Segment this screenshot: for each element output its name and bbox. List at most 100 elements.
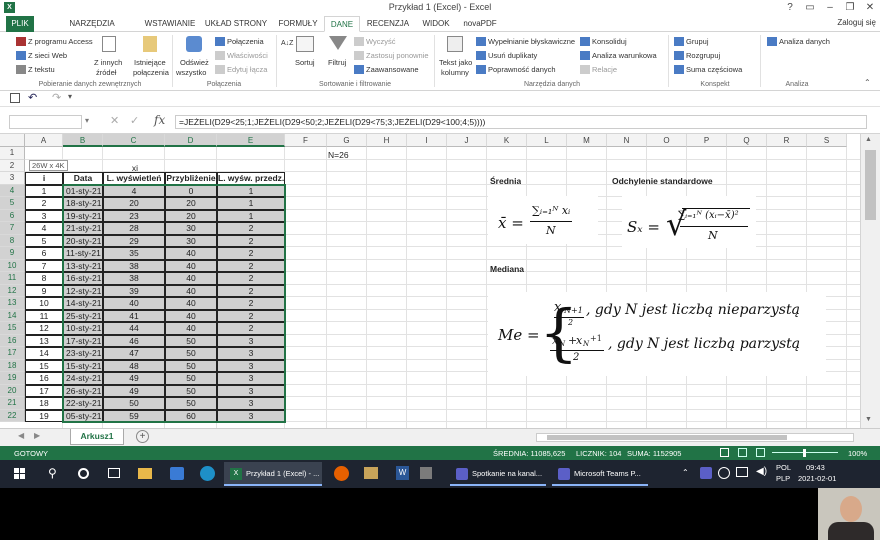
flash-fill-button[interactable]: Wypełnianie błyskawiczne: [488, 37, 575, 46]
normal-view-icon[interactable]: [720, 448, 729, 457]
table-cell[interactable]: 19: [25, 409, 63, 422]
refresh-all-label-2[interactable]: wszystko: [176, 68, 206, 77]
tab-page-layout[interactable]: UKŁAD STRONY: [204, 16, 268, 32]
cancel-icon[interactable]: ✕: [110, 114, 119, 127]
tab-insert[interactable]: WSTAWIANIE: [142, 16, 198, 32]
table-cell[interactable]: 8: [25, 272, 63, 285]
row-header[interactable]: 19: [0, 372, 25, 385]
file-explorer-icon[interactable]: [138, 468, 152, 479]
column-header[interactable]: A: [25, 134, 63, 147]
ungroup-button[interactable]: Rozgrupuj: [686, 51, 720, 60]
folder-icon[interactable]: [364, 467, 378, 479]
close-icon[interactable]: ✕: [860, 1, 880, 15]
column-header[interactable]: F: [285, 134, 327, 147]
table-cell[interactable]: 10: [25, 297, 63, 310]
word-icon[interactable]: W: [396, 466, 409, 480]
table-cell[interactable]: 17: [25, 384, 63, 397]
table-cell[interactable]: 3: [25, 209, 63, 222]
column-header[interactable]: N: [607, 134, 647, 147]
remove-duplicates-button[interactable]: Usuń duplikaty: [488, 51, 537, 60]
row-header[interactable]: 20: [0, 384, 25, 397]
firefox-icon[interactable]: [334, 466, 349, 481]
row-header[interactable]: 1: [0, 147, 25, 160]
data-validation-button[interactable]: Poprawność danych: [488, 65, 556, 74]
table-cell[interactable]: 5: [25, 234, 63, 247]
horizontal-scrollbar[interactable]: [536, 433, 854, 442]
undo-icon[interactable]: ↶: [28, 91, 37, 104]
insert-function-icon[interactable]: fx: [154, 113, 165, 127]
row-header[interactable]: 17: [0, 347, 25, 360]
subtotal-button[interactable]: Suma częściowa: [686, 65, 742, 74]
restore-icon[interactable]: ❐: [840, 1, 860, 15]
save-icon[interactable]: [10, 93, 20, 103]
connections-button[interactable]: Połączenia: [227, 37, 264, 46]
cortana-icon[interactable]: [78, 468, 89, 479]
tray-teams-icon[interactable]: [700, 467, 712, 479]
row-header[interactable]: 9: [0, 247, 25, 260]
column-header[interactable]: Q: [727, 134, 767, 147]
tab-view[interactable]: WIDOK: [418, 16, 454, 32]
column-header[interactable]: G: [327, 134, 367, 147]
text-to-columns-label-1[interactable]: Tekst jako: [439, 58, 472, 67]
column-header[interactable]: D: [165, 134, 217, 147]
spreadsheet-grid[interactable]: ABCDEFGHIJKLMNOPQRS 1 2 3 4 5 6 7 8 9 10 11 12 13 14 1…: [0, 134, 860, 428]
sheet-tab-arkusz1[interactable]: Arkusz1: [70, 429, 124, 445]
std-heading[interactable]: Odchylenie standardowe: [612, 176, 713, 186]
language-2[interactable]: PLP: [776, 474, 790, 498]
table-cell[interactable]: 4: [25, 222, 63, 235]
table-cell[interactable]: 13: [25, 334, 63, 347]
name-box-dropdown-icon[interactable]: ▾: [85, 116, 89, 125]
edge-icon[interactable]: [200, 466, 215, 481]
group-button[interactable]: Grupuj: [686, 37, 709, 46]
row-header[interactable]: 16: [0, 334, 25, 347]
tab-formulas[interactable]: FORMUŁY: [276, 16, 320, 32]
enter-icon[interactable]: ✓: [130, 114, 139, 127]
table-cell[interactable]: 6: [25, 247, 63, 260]
existing-connections-label-2[interactable]: połączenia: [133, 68, 169, 77]
n-label[interactable]: N=26: [328, 150, 349, 160]
row-header[interactable]: 3: [0, 172, 25, 185]
taskbar-teams-meeting[interactable]: Spotkanie na kanal...: [450, 462, 546, 486]
sort-button[interactable]: Sortuj: [295, 58, 315, 67]
table-cell[interactable]: 7: [25, 259, 63, 272]
help-button[interactable]: ?: [780, 1, 800, 15]
from-web-button[interactable]: Z sieci Web: [28, 51, 67, 60]
row-header[interactable]: 14: [0, 309, 25, 322]
row-header[interactable]: 12: [0, 284, 25, 297]
table-cell[interactable]: 9: [25, 284, 63, 297]
row-header[interactable]: 22: [0, 409, 25, 422]
mean-heading[interactable]: Średnia: [490, 176, 521, 186]
reapply-button[interactable]: Zastosuj ponownie: [366, 51, 429, 60]
taskbar-excel[interactable]: X Przykład 1 (Excel) - ...: [224, 462, 322, 486]
select-all-corner[interactable]: [0, 134, 25, 147]
tab-file[interactable]: PLIK: [6, 16, 34, 32]
table-cell[interactable]: 2: [25, 197, 63, 210]
median-heading[interactable]: Mediana: [490, 264, 524, 274]
row-header[interactable]: 8: [0, 234, 25, 247]
column-header[interactable]: M: [567, 134, 607, 147]
page-break-icon[interactable]: [756, 448, 765, 457]
advanced-button[interactable]: Zaawansowane: [366, 65, 419, 74]
row-header[interactable]: 2: [0, 159, 25, 172]
tray-battery-icon[interactable]: [736, 467, 748, 477]
taskbar-teams[interactable]: Microsoft Teams P...: [552, 462, 648, 486]
edit-links-button[interactable]: Edytuj łącza: [227, 65, 267, 74]
other-sources-label-1[interactable]: Z innych: [94, 58, 122, 67]
collapse-ribbon-icon[interactable]: ⌃: [864, 78, 871, 87]
zoom-thumb[interactable]: [803, 449, 806, 457]
refresh-all-label-1[interactable]: Odśwież: [180, 58, 209, 67]
table-cell[interactable]: 16: [25, 372, 63, 385]
column-header[interactable]: R: [767, 134, 807, 147]
prev-sheet-icon[interactable]: ◀: [18, 431, 24, 440]
other-sources-label-2[interactable]: źródeł: [96, 68, 116, 77]
sign-in-link[interactable]: Zaloguj się: [837, 18, 876, 27]
row-header[interactable]: 7: [0, 222, 25, 235]
row-header[interactable]: 21: [0, 397, 25, 410]
redo-icon[interactable]: ↷: [52, 91, 61, 104]
vertical-scrollbar[interactable]: ▲ ▼: [860, 134, 880, 428]
minimize-icon[interactable]: –: [820, 1, 840, 15]
column-header[interactable]: C: [103, 134, 165, 147]
next-sheet-icon[interactable]: ▶: [34, 431, 40, 440]
tray-network-icon[interactable]: [718, 467, 730, 479]
customize-qat-icon[interactable]: ▾: [68, 92, 72, 101]
